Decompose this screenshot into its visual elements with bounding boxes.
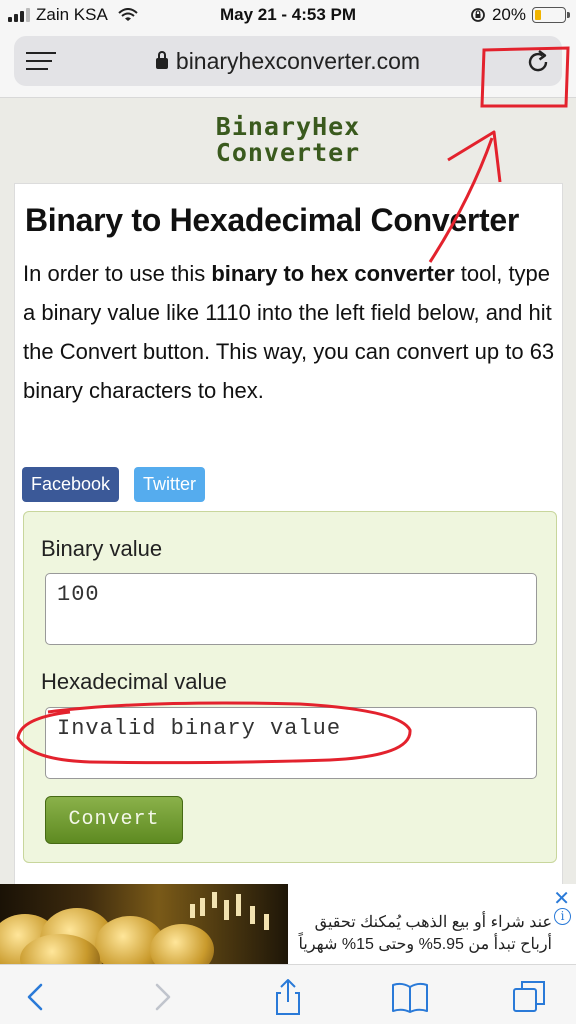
logo-line-2: Converter — [215, 138, 361, 167]
ad-text-line-2: أرباح تبدأ من 5.95% وحتى 15% شهرياً — [298, 936, 553, 953]
bookmarks-icon[interactable] — [390, 977, 430, 1017]
url-text: binaryhexconverter.com — [175, 48, 421, 74]
browser-address-bar: binaryhexconverter.com — [0, 30, 576, 98]
converter-form: Binary value 100 Hexadecimal value Inval… — [23, 511, 557, 863]
logo-line-1: BinaryHex — [215, 112, 361, 141]
url-field[interactable]: binaryhexconverter.com — [14, 36, 562, 86]
hex-value-label: Hexadecimal value — [41, 669, 227, 694]
battery-icon — [532, 7, 570, 23]
facebook-share-button[interactable]: Facebook — [22, 467, 120, 502]
binary-value-label: Binary value — [41, 536, 163, 561]
hex-value-output[interactable]: Invalid binary value — [45, 707, 537, 779]
lock-icon — [155, 51, 168, 69]
battery-percent: 20% — [491, 5, 526, 24]
ad-banner[interactable]: عند شراء أو بيع الذهب يُمكنك تحقيق أرباح… — [0, 884, 576, 964]
tabs-icon[interactable] — [510, 977, 550, 1017]
twitter-share-button[interactable]: Twitter — [134, 467, 206, 502]
intro-bold: binary to hex converter — [211, 261, 455, 286]
page-title: Binary to Hexadecimal Converter — [25, 202, 519, 238]
reload-icon[interactable] — [524, 48, 552, 76]
converter-card: Binary to Hexadecimal Converter In order… — [14, 183, 563, 903]
ad-info-icon[interactable]: i — [554, 908, 571, 925]
url-display[interactable]: binaryhexconverter.com — [14, 48, 562, 75]
forward-icon[interactable] — [142, 977, 182, 1017]
browser-toolbar — [0, 964, 576, 1024]
status-bar: Zain KSA May 21 - 4:53 PM 20% — [0, 0, 576, 30]
intro-paragraph: In order to use this binary to hex conve… — [23, 254, 559, 410]
ad-text-line-1: عند شراء أو بيع الذهب يُمكنك تحقيق — [314, 914, 552, 931]
intro-text-1: In order to use this — [23, 261, 212, 286]
rotation-lock-icon — [471, 8, 485, 22]
gold-coins-ad-image — [0, 884, 288, 964]
share-icon[interactable] — [268, 977, 308, 1017]
ad-text: عند شراء أو بيع الذهب يُمكنك تحقيق أرباح… — [290, 912, 553, 956]
back-icon[interactable] — [16, 977, 56, 1017]
convert-button[interactable]: Convert — [45, 796, 183, 844]
site-logo[interactable]: BinaryHex Converter — [0, 114, 576, 166]
binary-value-input[interactable]: 100 — [45, 573, 537, 645]
